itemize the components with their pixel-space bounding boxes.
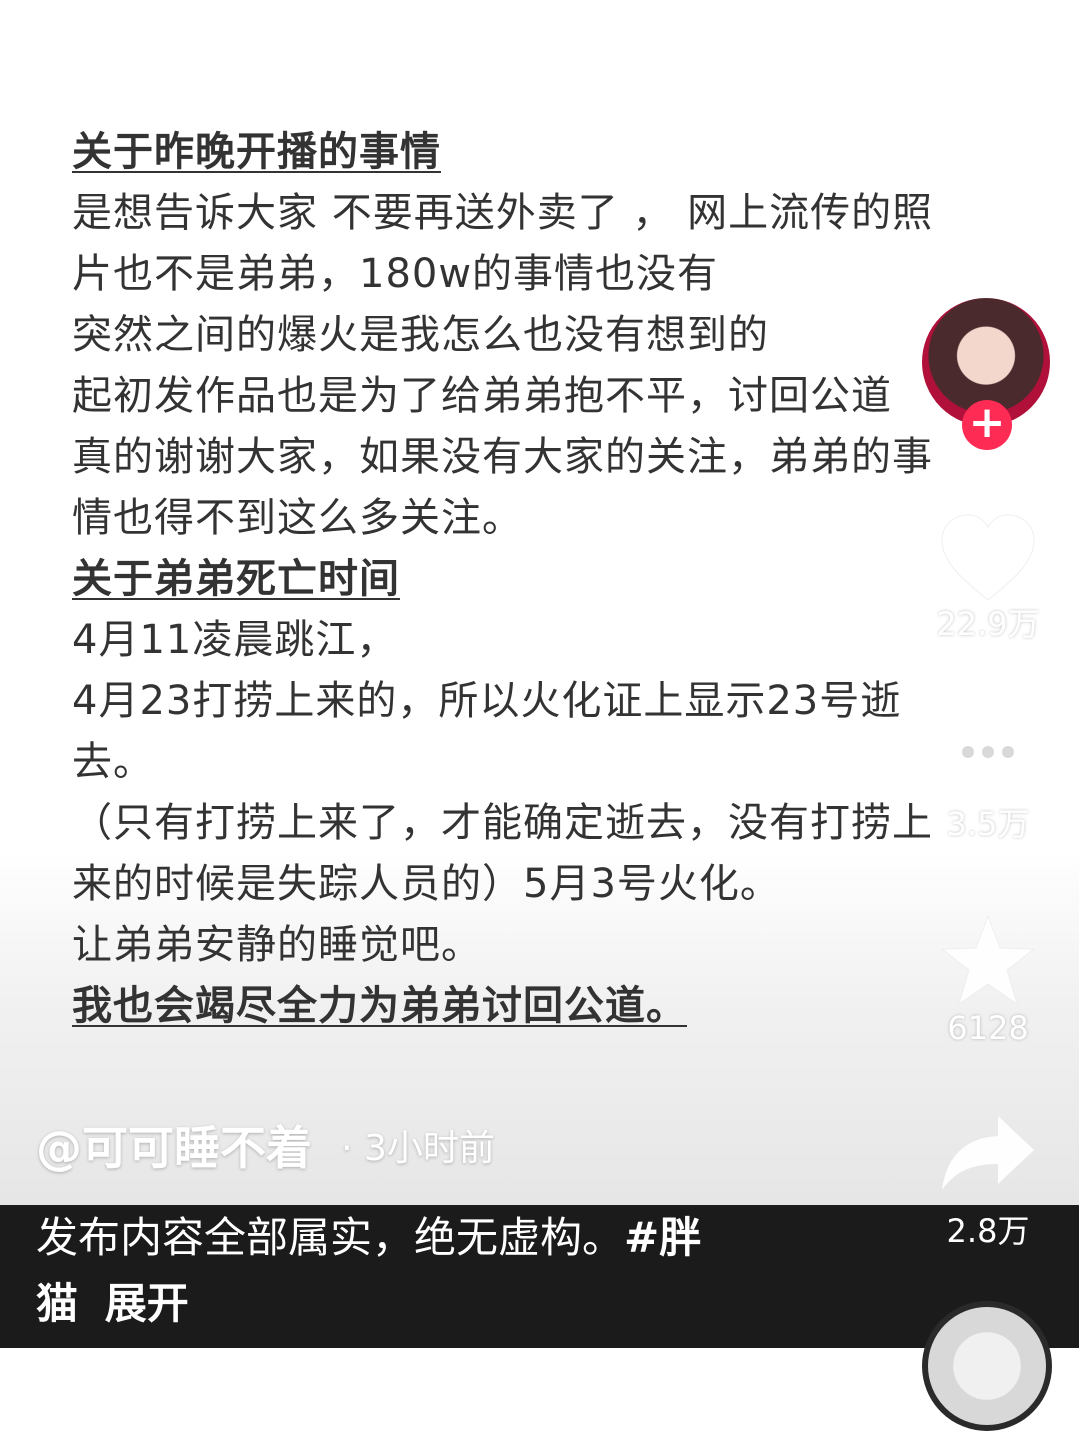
share-count: 2.8万 (946, 1212, 1030, 1250)
author-avatar-group[interactable]: + (920, 296, 1052, 450)
expand-button[interactable]: 展开 (105, 1279, 189, 1328)
caption-text: 发布内容全部属实，绝无虚构。 (36, 1213, 625, 1262)
post-heading-line: 关于昨晚开播的事情 (72, 129, 441, 175)
like-count: 22.9万 (936, 605, 1040, 643)
plus-icon: + (968, 397, 1006, 448)
caption-bar: 发布内容全部属实，绝无虚构。#胖猫 展开 2.8万 (0, 1205, 1079, 1431)
post-heading-line: 关于弟弟死亡时间 (72, 556, 400, 602)
post-body-line: 4月11凌晨跳江， (72, 617, 398, 663)
comment-button[interactable]: 3.5万 (930, 712, 1046, 844)
post-body-line: 片也不是弟弟，180w的事情也没有 (72, 251, 719, 297)
post-body-line: 是想告诉大家 不要再送外卖了 ， 网上流传的照 (72, 190, 934, 236)
author-name[interactable]: @可可睡不着 (36, 1121, 312, 1175)
favorite-count: 6128 (947, 1009, 1029, 1047)
share-icon (942, 1116, 1034, 1190)
share-button[interactable] (930, 1112, 1046, 1194)
comment-icon (942, 716, 1034, 800)
star-icon (941, 915, 1035, 1005)
follow-button[interactable]: + (962, 400, 1012, 450)
post-body-line: 4月23打捞上来的，所以火化证上显示23号逝 (72, 678, 902, 724)
like-button[interactable]: 22.9万 (930, 512, 1046, 644)
post-body-line: 去。 (72, 739, 154, 785)
caption: 发布内容全部属实，绝无虚构。#胖猫 展开 (36, 1205, 796, 1337)
video-stage[interactable]: 关于昨晚开播的事情是想告诉大家 不要再送外卖了 ， 网上流传的照 片也不是弟弟，1… (0, 0, 1079, 1205)
post-body-line: 起初发作品也是为了给弟弟抱不平，讨回公道 (72, 373, 892, 419)
post-time: · 3小时前 (341, 1128, 495, 1169)
favorite-button[interactable]: 6128 (930, 912, 1046, 1048)
post-body-line: 来的时候是失踪人员的）5月3号火化。 (72, 861, 781, 907)
post-heading-line: 我也会竭尽全力为弟弟讨回公道。 (72, 983, 687, 1029)
post-body-line: （只有打捞上来了，才能确定逝去，没有打捞上 (72, 800, 933, 846)
music-disc[interactable] (922, 1301, 1052, 1431)
post-body-line: 情也得不到这么多关注。 (72, 495, 523, 541)
author-row: @可可睡不着 · 3小时前 (36, 1112, 495, 1176)
heart-icon (941, 514, 1035, 601)
post-text-image: 关于昨晚开播的事情是想告诉大家 不要再送外卖了 ， 网上流传的照 片也不是弟弟，1… (72, 122, 972, 1037)
post-body-line: 让弟弟安静的睡觉吧。 (72, 922, 482, 968)
post-body-line: 突然之间的爆火是我怎么也没有想到的 (72, 312, 769, 358)
comment-count: 3.5万 (946, 805, 1030, 843)
post-body-line: 真的谢谢大家，如果没有大家的关注，弟弟的事 (72, 434, 933, 480)
